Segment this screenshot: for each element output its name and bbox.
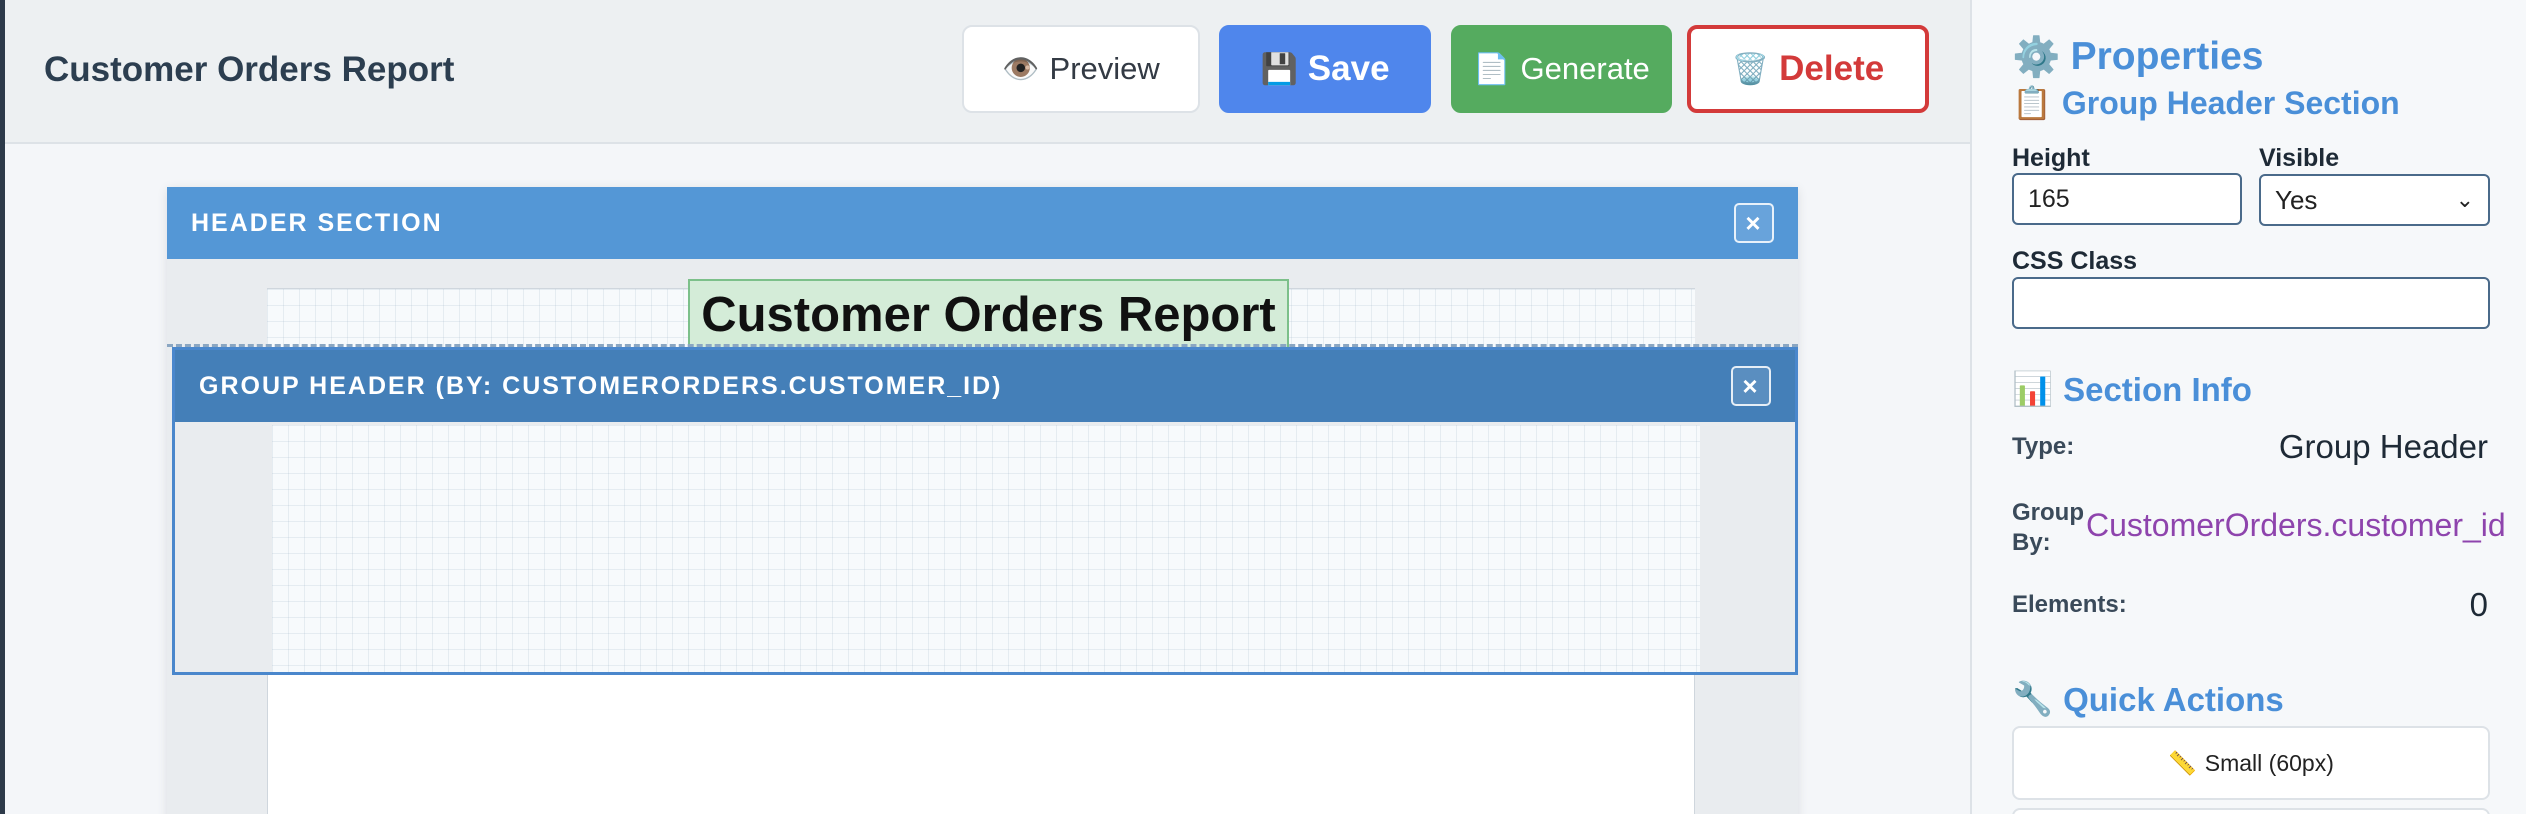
clipboard-icon: 📋 [2012, 85, 2052, 121]
elements-count: 0 [2469, 586, 2488, 623]
group-by-label-line2: By: [2012, 529, 2051, 556]
header-section-label: HEADER SECTION [191, 208, 443, 237]
section-info-title: 📊 Section Info [2012, 370, 2252, 409]
group-header-section-close-button[interactable]: × [1731, 366, 1771, 406]
bar-chart-icon: 📊 [2012, 370, 2054, 407]
eye-icon: 👁️ [1002, 52, 1040, 86]
quick-action-button-next[interactable] [2012, 808, 2490, 814]
group-header-section[interactable]: GROUP HEADER (BY: CUSTOMERORDERS.CUSTOME… [172, 347, 1798, 675]
css-class-input[interactable] [2012, 277, 2490, 329]
header-section-close-button[interactable]: × [1734, 203, 1774, 243]
delete-button[interactable]: 🗑️ Delete [1687, 25, 1929, 113]
chevron-down-icon: ⌄ [2455, 187, 2474, 212]
small-height-button[interactable]: 📏 Small (60px) [2012, 726, 2490, 800]
visible-select-value: Yes [2275, 184, 2318, 215]
small-height-button-label: Small (60px) [2204, 749, 2334, 776]
type-label: Type: [2012, 433, 2075, 460]
report-title: Customer Orders Report [44, 50, 455, 89]
report-title-element[interactable]: Customer Orders Report [688, 279, 1289, 349]
preview-button[interactable]: 👁️ Preview [962, 25, 1200, 113]
height-input[interactable] [2012, 173, 2242, 225]
quick-actions-title-text: Quick Actions [2063, 680, 2284, 718]
group-by-value: CustomerOrders.customer_id [2086, 507, 2506, 543]
delete-button-label: Delete [1779, 49, 1885, 88]
properties-title: ⚙️ Properties [2012, 34, 2263, 80]
properties-panel: ⚙️ Properties 📋 Group Header Section Hei… [1970, 0, 2526, 814]
save-button-label: Save [1307, 49, 1390, 88]
gear-icon: ⚙️ [2012, 36, 2061, 79]
group-header-section-bar: GROUP HEADER (BY: CUSTOMERORDERS.CUSTOME… [175, 350, 1795, 422]
generate-button[interactable]: 📄 Generate [1451, 25, 1672, 113]
toolbar: Customer Orders Report 👁️ Preview 💾 Save… [5, 0, 1970, 144]
group-by-label-line1: Group [2012, 499, 2084, 526]
floppy-disk-icon: 💾 [1260, 52, 1298, 86]
ruler-icon: 📏 [2168, 749, 2197, 776]
trash-icon: 🗑️ [1731, 52, 1770, 86]
section-info-title-text: Section Info [2063, 370, 2252, 408]
generate-button-label: Generate [1520, 51, 1650, 86]
visible-select[interactable]: Yes ⌄ [2259, 174, 2490, 226]
elements-label: Elements: [2012, 591, 2127, 618]
group-header-section-label: GROUP HEADER (BY: CUSTOMERORDERS.CUSTOME… [199, 371, 1003, 400]
preview-button-label: Preview [1049, 51, 1160, 86]
document-icon: 📄 [1473, 52, 1511, 86]
css-class-label: CSS Class [2012, 247, 2138, 275]
group-header-section-grid[interactable] [272, 425, 1700, 672]
save-button[interactable]: 💾 Save [1219, 25, 1431, 113]
visible-label: Visible [2259, 144, 2340, 172]
selected-section-title: 📋 Group Header Section [2012, 84, 2400, 122]
type-value: Group Header [2278, 428, 2488, 465]
properties-title-text: Properties [2070, 35, 2264, 78]
header-section-bar: HEADER SECTION × [167, 187, 1798, 259]
selected-section-title-text: Group Header Section [2061, 84, 2400, 121]
quick-actions-title: 🔧 Quick Actions [2012, 680, 2284, 719]
wrench-icon: 🔧 [2012, 680, 2054, 717]
group-by-label: Group By: [2012, 498, 2084, 558]
height-label: Height [2012, 144, 2090, 172]
